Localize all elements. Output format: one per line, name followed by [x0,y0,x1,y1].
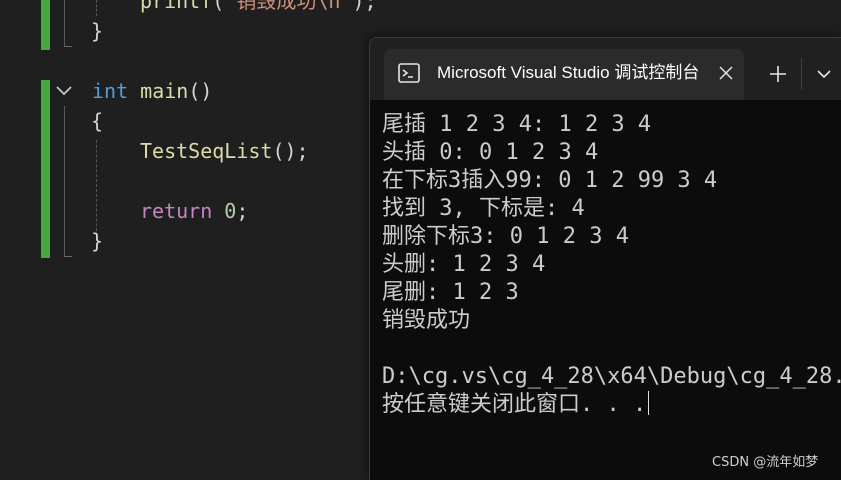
csdn-watermark: CSDN @流年如梦 [712,455,819,470]
debug-console-window[interactable]: Microsoft Visual Studio 调试控制台 尾插 1 2 3 4… [369,37,841,480]
output-line: 找到 3, 下标是: 4 [382,196,585,221]
indent-guide [96,0,97,16]
function-name: main [140,79,189,103]
scope-end-tick [64,256,72,257]
brace: } [91,229,104,253]
code-line-brace-open[interactable]: { [91,106,103,136]
close-tab-button[interactable] [714,61,738,85]
scope-line [64,0,65,46]
call-parens: (); [272,139,309,163]
tab-separator [801,58,802,90]
function-name: printf [140,0,213,13]
parens: () [188,79,213,103]
code-line-call[interactable]: TestSeqList(); [140,136,309,166]
indent-guide [96,140,97,236]
output-line: 尾插 1 2 3 4: 1 2 3 4 [382,112,652,137]
tab-debug-console[interactable]: Microsoft Visual Studio 调试控制台 [384,49,744,100]
terminal-icon [398,63,420,83]
output-line: 头删: 1 2 3 4 [382,252,546,277]
return-keyword: return [140,199,213,223]
plus-icon [770,66,786,82]
output-line: 删除下标3: 0 1 2 3 4 [382,224,629,249]
code-line-return[interactable]: return 0; [140,196,248,226]
console-output[interactable]: 尾插 1 2 3 4: 1 2 3 4 头插 0: 0 1 2 3 4 在下标3… [370,100,841,480]
paren: ( [212,0,225,13]
output-line: 销毁成功 [382,308,471,333]
exe-path-line: D:\cg.vs\cg_4_28\x64\Debug\cg_4_28.exe [382,364,841,389]
close-icon [719,66,733,80]
code-line-main[interactable]: int main() [92,76,212,106]
scope-end-tick [64,46,72,47]
tab-dropdown-button[interactable] [810,60,838,88]
new-tab-button[interactable] [764,60,792,88]
change-indicator-top [41,0,50,50]
text-cursor [648,391,650,415]
brace: } [91,19,104,43]
scope-line [64,106,65,256]
brace: { [91,109,104,133]
chevron-down-icon [817,70,831,79]
press-key-prompt: 按任意键关闭此窗口. . . [382,391,650,419]
function-name: TestSeqList [140,139,273,163]
output-line: 在下标3插入99: 0 1 2 99 3 4 [382,168,718,193]
string-literal: "销毁成功\n" [224,0,353,13]
chevron-down-icon[interactable] [54,80,74,100]
code-line-printf[interactable]: printf("销毁成功\n"); [140,0,377,16]
change-indicator-main [41,80,50,258]
prompt-text: 按任意键关闭此窗口. . . [382,392,647,417]
number-literal: 0 [224,199,237,223]
tab-title: Microsoft Visual Studio 调试控制台 [437,63,699,82]
output-line: 头插 0: 0 1 2 3 4 [382,140,599,165]
semicolon: ; [236,199,249,223]
output-line: 尾删: 1 2 3 [382,280,519,305]
code-line-brace-close[interactable]: } [91,16,103,46]
paren-semicolon: ); [352,0,377,13]
tab-strip: Microsoft Visual Studio 调试控制台 [370,38,841,100]
code-line-brace-close[interactable]: } [91,226,103,256]
type-keyword: int [92,79,129,103]
